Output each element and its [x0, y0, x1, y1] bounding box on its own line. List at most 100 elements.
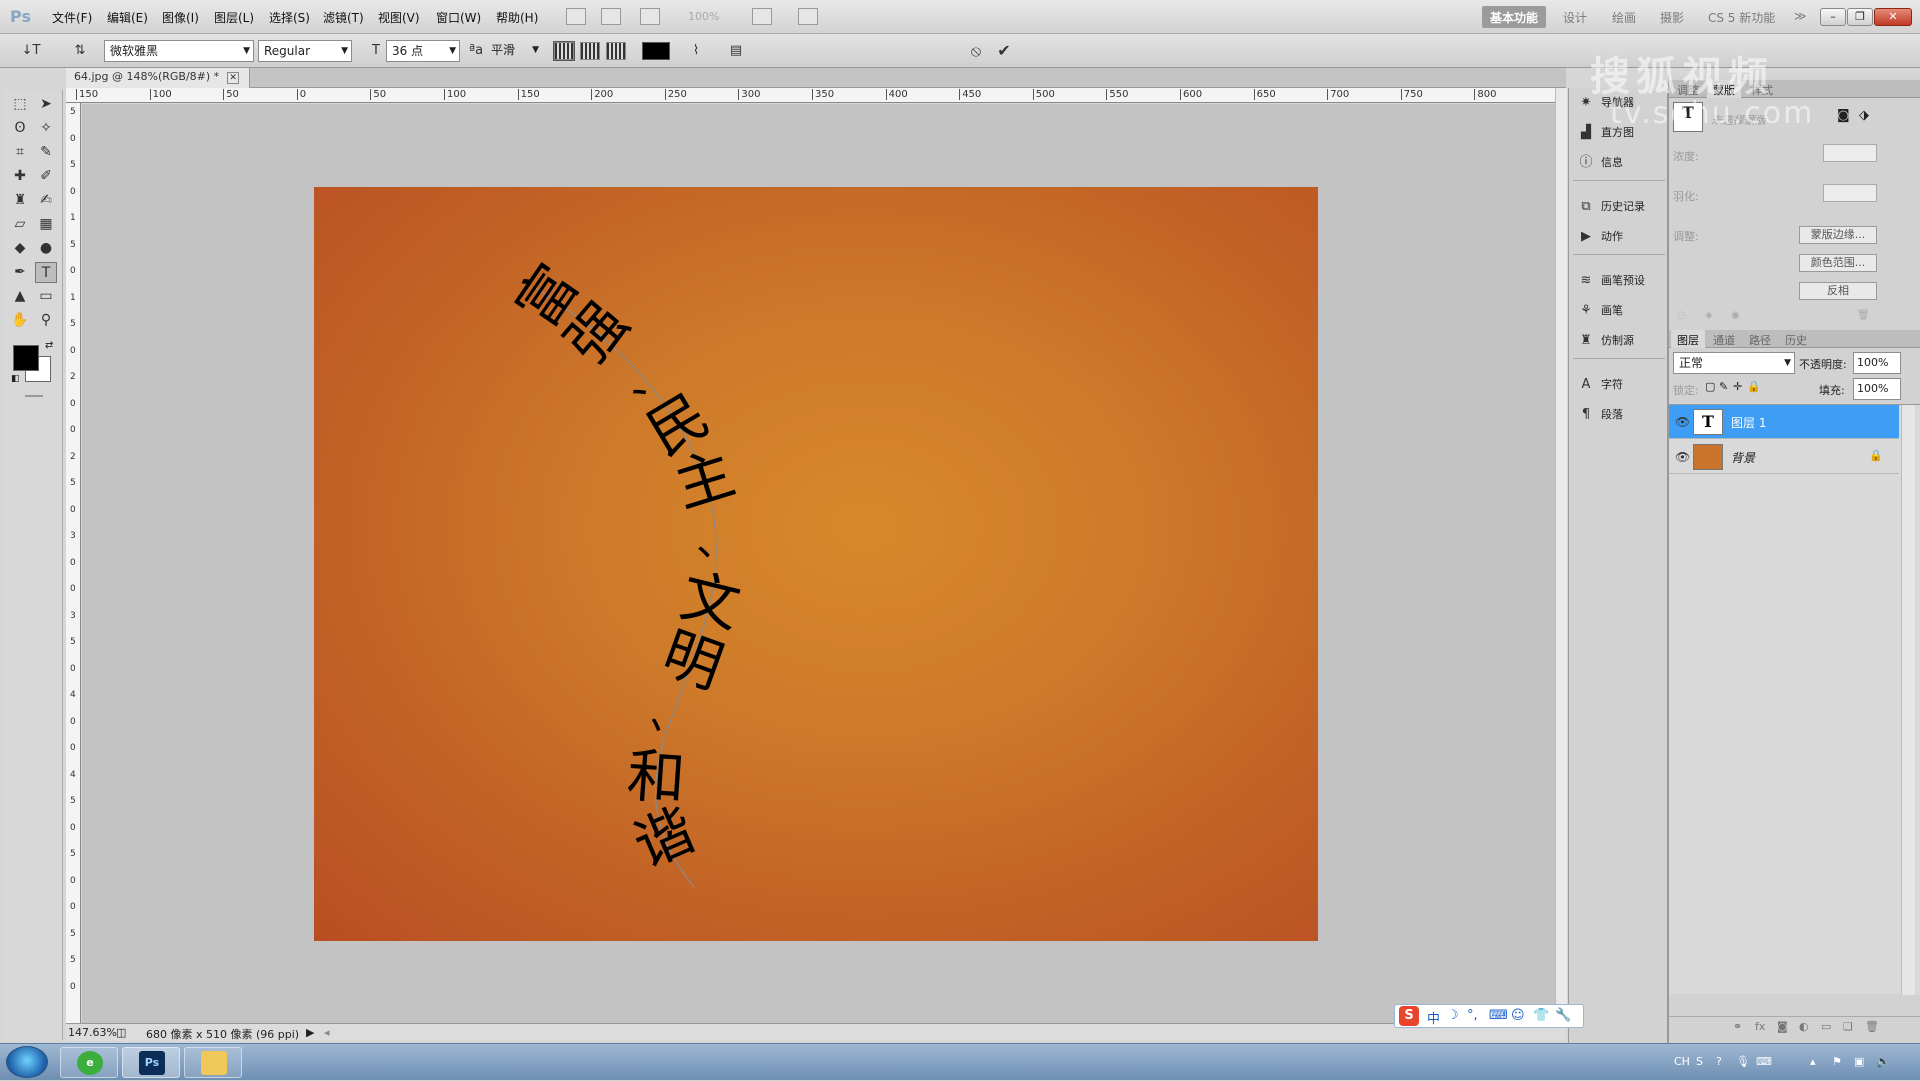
align-top-button[interactable] — [553, 41, 575, 61]
vertical-scrollbar[interactable] — [1555, 88, 1567, 1023]
lasso-tool-icon[interactable]: ʘ — [9, 118, 31, 139]
punctuation-icon[interactable]: °, — [1467, 1008, 1478, 1023]
mask-edge-button[interactable]: 蒙版边缘... — [1799, 226, 1877, 244]
menu-window[interactable]: 窗口(W) — [436, 9, 481, 26]
tab-channels[interactable]: 通道 — [1707, 330, 1741, 348]
minimize-icon[interactable]: – — [1820, 8, 1846, 26]
apply-mask-icon[interactable]: ◈ — [1705, 310, 1713, 321]
pen-tool-icon[interactable]: ✒ — [9, 262, 31, 283]
user-icon[interactable]: ☺ — [1511, 1008, 1525, 1023]
show-hidden-icon[interactable]: ▴ — [1810, 1055, 1816, 1068]
clone-stamp-icon[interactable]: ♜ — [9, 190, 31, 211]
magic-wand-icon[interactable]: ✧ — [35, 118, 57, 139]
restore-icon[interactable]: ❐ — [1847, 8, 1873, 26]
workspace-design[interactable]: 设计 — [1555, 6, 1595, 28]
new-layer-icon[interactable]: ❏ — [1843, 1020, 1853, 1033]
quick-mask-icon[interactable] — [25, 395, 43, 397]
vertical-type-tool-icon[interactable]: ↓T — [16, 41, 46, 61]
menu-file[interactable]: 文件(F) — [52, 9, 92, 26]
align-center-button[interactable] — [580, 42, 600, 60]
zoom-tool-icon[interactable]: ⚲ — [35, 310, 57, 331]
eyedropper-icon[interactable]: ✎ — [35, 142, 57, 163]
cancel-edit-icon[interactable]: ⦸ — [966, 41, 986, 61]
marquee-tool-icon[interactable]: ⬚ — [9, 94, 31, 115]
panel-character[interactable]: A 字符 — [1577, 374, 1663, 396]
load-selection-icon[interactable]: ◌ — [1677, 310, 1686, 321]
font-family-select[interactable]: 微软雅黑 ▼ — [104, 40, 254, 62]
opacity-field[interactable]: 100% — [1853, 352, 1901, 374]
close-icon[interactable]: ✕ — [1874, 8, 1912, 26]
commit-edit-icon[interactable]: ✔ — [994, 41, 1014, 61]
eraser-icon[interactable]: ▱ — [9, 214, 31, 235]
new-group-icon[interactable]: ▭ — [1821, 1020, 1831, 1033]
sogou-tray-icon[interactable]: S — [1696, 1055, 1703, 1068]
color-range-button[interactable]: 颜色范围... — [1799, 254, 1877, 272]
flag-icon[interactable]: ⚑ — [1832, 1055, 1842, 1068]
blend-mode-select[interactable]: 正常 ▼ — [1673, 352, 1795, 374]
menu-image[interactable]: 图像(I) — [162, 9, 199, 26]
tools-icon[interactable]: 🔧 — [1555, 1008, 1571, 1023]
workspace-cs5-new[interactable]: CS 5 新功能 — [1700, 6, 1783, 28]
delete-mask-icon[interactable]: 🗑 — [1857, 310, 1870, 321]
start-button[interactable] — [6, 1046, 48, 1078]
view-extras-icon[interactable] — [640, 8, 660, 25]
visibility-eye-icon[interactable]: 👁 — [1675, 450, 1690, 464]
ime-tray-icon[interactable]: ⌨ — [1756, 1055, 1772, 1068]
link-layers-icon[interactable]: ⚭ — [1733, 1020, 1742, 1033]
lock-pixels-icon[interactable]: ✎ — [1719, 380, 1728, 393]
screen-mode-icon[interactable] — [798, 8, 818, 25]
swap-colors-icon[interactable]: ⇄ — [45, 340, 53, 351]
dodge-tool-icon[interactable]: ● — [35, 238, 57, 259]
panel-brush-presets[interactable]: ≋ 画笔预设 — [1577, 270, 1663, 292]
arrange-documents-icon[interactable] — [752, 8, 772, 25]
font-style-select[interactable]: Regular ▼ — [258, 40, 352, 62]
taskbar-photoshop[interactable]: Ps — [122, 1047, 180, 1078]
fill-field[interactable]: 100% — [1853, 378, 1901, 400]
disable-mask-icon[interactable]: ◉ — [1731, 310, 1740, 321]
character-panel-icon[interactable]: ▤ — [726, 41, 746, 61]
layer-name[interactable]: 图层 1 — [1731, 414, 1766, 431]
tab-layers[interactable]: 图层 — [1671, 330, 1705, 348]
zoom-status[interactable]: 147.63% — [68, 1026, 117, 1039]
menu-layer[interactable]: 图层(L) — [214, 9, 254, 26]
workspace-painting[interactable]: 绘画 — [1604, 6, 1644, 28]
zoom-level[interactable]: 100% — [688, 10, 719, 23]
layer-name[interactable]: 背景 — [1731, 449, 1755, 466]
taskbar-explorer[interactable] — [184, 1047, 242, 1078]
shape-tool-icon[interactable]: ▭ — [35, 286, 57, 307]
halfwidth-icon[interactable]: ☽ — [1447, 1008, 1459, 1023]
text-on-path-layer[interactable]: 富强、民主、文明、和谐 — [314, 187, 1318, 941]
language-indicator[interactable]: CH — [1674, 1055, 1690, 1068]
document-tab[interactable]: 64.jpg @ 148%(RGB/8#) * ✕ — [66, 68, 251, 88]
layer-row-background[interactable]: 👁 背景 🔒 — [1669, 440, 1899, 474]
panel-paragraph[interactable]: ¶ 段落 — [1577, 404, 1663, 426]
menu-view[interactable]: 视图(V) — [378, 9, 420, 26]
healing-brush-icon[interactable]: ✚ — [9, 166, 31, 187]
text-color-swatch[interactable] — [642, 42, 670, 60]
mic-icon[interactable]: 🎙 — [1736, 1055, 1750, 1068]
status-menu-arrow-icon[interactable]: ▶ — [306, 1026, 314, 1039]
menu-filter[interactable]: 滤镜(T) — [323, 9, 364, 26]
menu-edit[interactable]: 编辑(E) — [107, 9, 148, 26]
panel-clone-source[interactable]: ♜ 仿制源 — [1577, 330, 1663, 352]
foreground-color-swatch[interactable] — [13, 345, 39, 371]
help-icon[interactable]: ? — [1716, 1055, 1722, 1068]
lock-position-icon[interactable]: ✛ — [1733, 380, 1742, 393]
antialias-select[interactable]: 平滑 ▼ — [486, 40, 542, 62]
taskbar-browser[interactable]: e — [60, 1047, 118, 1078]
layer-row-text[interactable]: 👁 T 图层 1 — [1669, 405, 1899, 439]
add-mask-icon[interactable]: ◙ — [1777, 1020, 1788, 1033]
path-selection-icon[interactable]: ▲ — [9, 286, 31, 307]
lock-all-icon[interactable]: 🔒 — [1747, 380, 1761, 393]
brush-tool-icon[interactable]: ✐ — [35, 166, 57, 187]
adjustment-layer-icon[interactable]: ◐ — [1799, 1020, 1809, 1033]
tab-paths[interactable]: 路径 — [1743, 330, 1777, 348]
tab-history[interactable]: 历史 — [1779, 330, 1813, 348]
invert-button[interactable]: 反相 — [1799, 282, 1877, 300]
canvas-area[interactable]: 富强、民主、文明、和谐 — [82, 104, 1560, 1024]
panel-info[interactable]: ⓘ 信息 — [1577, 152, 1663, 174]
panel-history[interactable]: ⧉ 历史记录 — [1577, 196, 1663, 218]
history-brush-icon[interactable]: ✍ — [35, 190, 57, 211]
bridge-icon[interactable] — [566, 8, 586, 25]
panel-brush[interactable]: ⚘ 画笔 — [1577, 300, 1663, 322]
